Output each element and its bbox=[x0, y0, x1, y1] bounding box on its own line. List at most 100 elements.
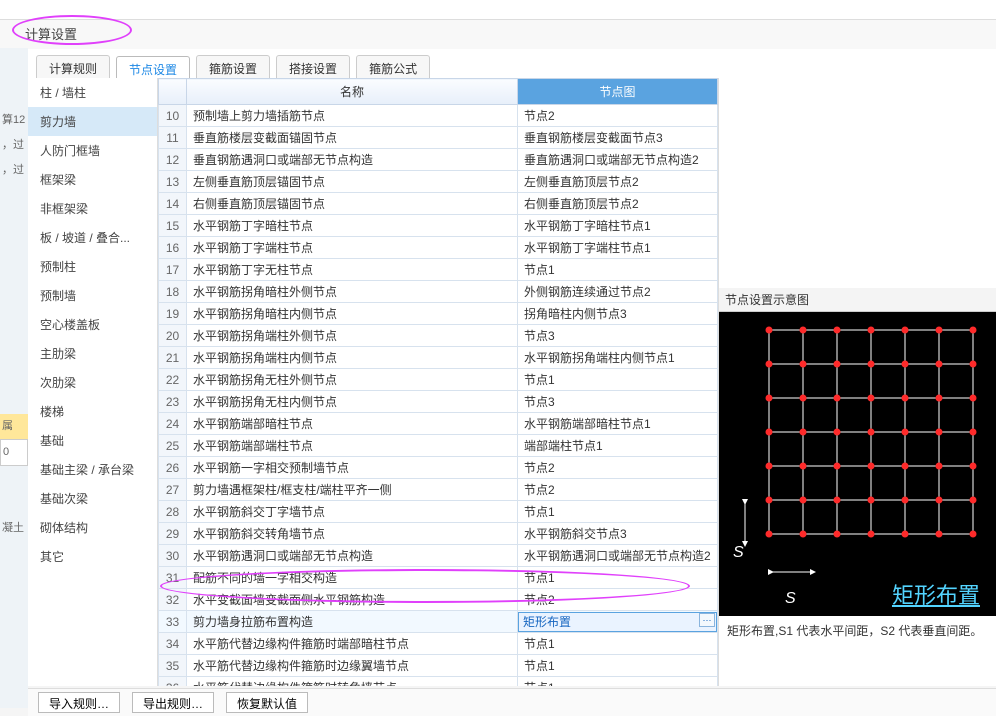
table-row[interactable]: 36水平筋代替边缘构件箍筋时转角墙节点节点1 bbox=[159, 677, 718, 687]
row-value[interactable]: 水平钢筋拐角端柱内侧节点1 bbox=[518, 347, 718, 369]
row-value[interactable]: 节点2 bbox=[518, 479, 718, 501]
sidebar-item-3[interactable]: 框架梁 bbox=[28, 165, 157, 194]
tab-4[interactable]: 箍筋公式 bbox=[356, 55, 430, 78]
left-fragment: 0 bbox=[0, 439, 28, 466]
row-value[interactable]: 节点1 bbox=[518, 259, 718, 281]
row-name: 水平钢筋丁字暗柱节点 bbox=[187, 215, 518, 237]
row-number: 24 bbox=[159, 413, 187, 435]
table-row[interactable]: 14右侧垂直筋顶层锚固节点右侧垂直筋顶层节点2 bbox=[159, 193, 718, 215]
tab-1[interactable]: 节点设置 bbox=[116, 56, 190, 79]
sidebar-item-16[interactable]: 其它 bbox=[28, 542, 157, 571]
table-row[interactable]: 13左侧垂直筋顶层锚固节点左侧垂直筋顶层节点2 bbox=[159, 171, 718, 193]
sidebar-item-7[interactable]: 预制墙 bbox=[28, 281, 157, 310]
sidebar-item-2[interactable]: 人防门框墙 bbox=[28, 136, 157, 165]
table-row[interactable]: 16水平钢筋丁字端柱节点水平钢筋丁字端柱节点1 bbox=[159, 237, 718, 259]
row-value[interactable]: 节点2 bbox=[518, 105, 718, 127]
row-value[interactable]: 垂直钢筋楼层变截面节点3 bbox=[518, 127, 718, 149]
s-horizontal-label: S bbox=[785, 590, 796, 608]
row-value[interactable]: 水平钢筋丁字端柱节点1 bbox=[518, 237, 718, 259]
sidebar-item-15[interactable]: 砌体结构 bbox=[28, 513, 157, 542]
table-row[interactable]: 18水平钢筋拐角暗柱外侧节点外侧钢筋连续通过节点2 bbox=[159, 281, 718, 303]
table-row[interactable]: 17水平钢筋丁字无柱节点节点1 bbox=[159, 259, 718, 281]
sidebar-item-5[interactable]: 板 / 坡道 / 叠合... bbox=[28, 223, 157, 252]
import-rules-button[interactable]: 导入规则… bbox=[38, 692, 120, 713]
row-value[interactable]: 水平钢筋丁字暗柱节点1 bbox=[518, 215, 718, 237]
tab-0[interactable]: 计算规则 bbox=[36, 55, 110, 78]
row-value[interactable]: 右侧垂直筋顶层节点2 bbox=[518, 193, 718, 215]
sidebar-item-14[interactable]: 基础次梁 bbox=[28, 484, 157, 513]
row-value[interactable]: 节点3 bbox=[518, 391, 718, 413]
table-row[interactable]: 11垂直筋楼层变截面锚固节点垂直钢筋楼层变截面节点3 bbox=[159, 127, 718, 149]
row-value[interactable]: 节点1 bbox=[518, 655, 718, 677]
tab-2[interactable]: 箍筋设置 bbox=[196, 55, 270, 78]
ellipsis-button[interactable]: ⋯ bbox=[699, 613, 715, 627]
table-row[interactable]: 25水平钢筋端部端柱节点端部端柱节点1 bbox=[159, 435, 718, 457]
row-name: 水平钢筋丁字无柱节点 bbox=[187, 259, 518, 281]
table-row[interactable]: 26水平钢筋一字相交预制墙节点节点2 bbox=[159, 457, 718, 479]
table-row[interactable]: 10预制墙上剪力墙插筋节点节点2 bbox=[159, 105, 718, 127]
main-area: 柱 / 墙柱剪力墙人防门框墙框架梁非框架梁板 / 坡道 / 叠合...预制柱预制… bbox=[28, 78, 996, 686]
row-value[interactable]: 节点1 bbox=[518, 501, 718, 523]
sidebar-item-4[interactable]: 非框架梁 bbox=[28, 194, 157, 223]
s-vertical-label: S bbox=[733, 544, 744, 562]
row-value[interactable]: 节点1 bbox=[518, 369, 718, 391]
row-value[interactable]: 节点1 bbox=[518, 633, 718, 655]
sidebar-item-11[interactable]: 楼梯 bbox=[28, 397, 157, 426]
sidebar-item-6[interactable]: 预制柱 bbox=[28, 252, 157, 281]
sidebar-item-13[interactable]: 基础主梁 / 承台梁 bbox=[28, 455, 157, 484]
table-row[interactable]: 32水平变截面墙变截面侧水平钢筋构造节点2 bbox=[159, 589, 718, 611]
table-row[interactable]: 20水平钢筋拐角端柱外侧节点节点3 bbox=[159, 325, 718, 347]
row-value[interactable]: 节点2 bbox=[518, 457, 718, 479]
row-number: 23 bbox=[159, 391, 187, 413]
sidebar-item-9[interactable]: 主肋梁 bbox=[28, 339, 157, 368]
row-number: 11 bbox=[159, 127, 187, 149]
row-value[interactable]: 端部端柱节点1 bbox=[518, 435, 718, 457]
row-value[interactable]: 节点1 bbox=[518, 567, 718, 589]
row-name: 水平钢筋端部暗柱节点 bbox=[187, 413, 518, 435]
sidebar-item-12[interactable]: 基础 bbox=[28, 426, 157, 455]
row-value[interactable]: 矩形布置⋯ bbox=[518, 611, 718, 633]
table-row[interactable]: 35水平筋代替边缘构件箍筋时边缘翼墙节点节点1 bbox=[159, 655, 718, 677]
row-value[interactable]: 水平钢筋端部暗柱节点1 bbox=[518, 413, 718, 435]
row-value[interactable]: 节点3 bbox=[518, 325, 718, 347]
row-number: 32 bbox=[159, 589, 187, 611]
table-row[interactable]: 19水平钢筋拐角暗柱内侧节点拐角暗柱内侧节点3 bbox=[159, 303, 718, 325]
table-row[interactable]: 15水平钢筋丁字暗柱节点水平钢筋丁字暗柱节点1 bbox=[159, 215, 718, 237]
row-number: 13 bbox=[159, 171, 187, 193]
table-row[interactable]: 27剪力墙遇框架柱/框支柱/端柱平齐一侧节点2 bbox=[159, 479, 718, 501]
sidebar-item-0[interactable]: 柱 / 墙柱 bbox=[28, 78, 157, 107]
row-name: 右侧垂直筋顶层锚固节点 bbox=[187, 193, 518, 215]
export-rules-button[interactable]: 导出规则… bbox=[132, 692, 214, 713]
diagram: S S 矩形布置 bbox=[719, 312, 996, 616]
row-value[interactable]: 拐角暗柱内侧节点3 bbox=[518, 303, 718, 325]
table-row[interactable]: 12垂直钢筋遇洞口或端部无节点构造垂直筋遇洞口或端部无节点构造2 bbox=[159, 149, 718, 171]
sidebar-item-1[interactable]: 剪力墙 bbox=[28, 107, 157, 136]
table-row[interactable]: 23水平钢筋拐角无柱内侧节点节点3 bbox=[159, 391, 718, 413]
row-name: 水平变截面墙变截面侧水平钢筋构造 bbox=[187, 589, 518, 611]
table-row[interactable]: 31配筋不同的墙一字相交构造节点1 bbox=[159, 567, 718, 589]
table-row[interactable]: 30水平钢筋遇洞口或端部无节点构造水平钢筋遇洞口或端部无节点构造2 bbox=[159, 545, 718, 567]
table-row[interactable]: 33剪力墙身拉筋布置构造矩形布置⋯ bbox=[159, 611, 718, 633]
table-row[interactable]: 22水平钢筋拐角无柱外侧节点节点1 bbox=[159, 369, 718, 391]
row-value[interactable]: 水平钢筋斜交节点3 bbox=[518, 523, 718, 545]
row-name: 水平钢筋拐角端柱外侧节点 bbox=[187, 325, 518, 347]
row-name: 水平钢筋拐角无柱外侧节点 bbox=[187, 369, 518, 391]
row-value[interactable]: 水平钢筋遇洞口或端部无节点构造2 bbox=[518, 545, 718, 567]
row-value[interactable]: 左侧垂直筋顶层节点2 bbox=[518, 171, 718, 193]
row-value[interactable]: 节点2 bbox=[518, 589, 718, 611]
table-row[interactable]: 21水平钢筋拐角端柱内侧节点水平钢筋拐角端柱内侧节点1 bbox=[159, 347, 718, 369]
table-row[interactable]: 34水平筋代替边缘构件箍筋时端部暗柱节点节点1 bbox=[159, 633, 718, 655]
reset-defaults-button[interactable]: 恢复默认值 bbox=[226, 692, 308, 713]
tab-3[interactable]: 搭接设置 bbox=[276, 55, 350, 78]
sidebar-item-8[interactable]: 空心楼盖板 bbox=[28, 310, 157, 339]
table-row[interactable]: 29水平钢筋斜交转角墙节点水平钢筋斜交节点3 bbox=[159, 523, 718, 545]
row-value[interactable]: 垂直筋遇洞口或端部无节点构造2 bbox=[518, 149, 718, 171]
sidebar-item-10[interactable]: 次肋梁 bbox=[28, 368, 157, 397]
row-number: 34 bbox=[159, 633, 187, 655]
diagram-type-label[interactable]: 矩形布置 bbox=[892, 578, 980, 610]
row-value[interactable]: 节点1 bbox=[518, 677, 718, 687]
row-value[interactable]: 外侧钢筋连续通过节点2 bbox=[518, 281, 718, 303]
table-row[interactable]: 24水平钢筋端部暗柱节点水平钢筋端部暗柱节点1 bbox=[159, 413, 718, 435]
table-row[interactable]: 28水平钢筋斜交丁字墙节点节点1 bbox=[159, 501, 718, 523]
value-editor[interactable]: 矩形布置⋯ bbox=[518, 612, 717, 632]
